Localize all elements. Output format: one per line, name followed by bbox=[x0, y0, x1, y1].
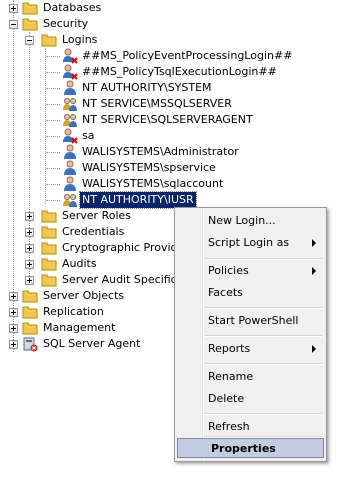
tree-line bbox=[46, 88, 60, 89]
submenu-arrow-icon bbox=[312, 267, 316, 275]
tree-node-label: Server Roles bbox=[62, 209, 132, 222]
tree-node-label: Logins bbox=[62, 33, 98, 46]
expand-icon[interactable] bbox=[25, 212, 34, 221]
group-login-icon bbox=[63, 114, 77, 127]
tree-node-label: SQL Server Agent bbox=[43, 337, 141, 350]
expand-icon[interactable] bbox=[9, 340, 18, 349]
disabled-login-icon bbox=[63, 48, 78, 64]
tree-node-label: Replication bbox=[43, 305, 104, 318]
menu-separator bbox=[205, 363, 322, 365]
user-login-icon bbox=[64, 160, 76, 175]
folder-icon bbox=[22, 290, 38, 303]
expand-icon[interactable] bbox=[25, 244, 34, 253]
menu-item-label: Rename bbox=[208, 370, 254, 383]
tree-line bbox=[46, 152, 60, 153]
tree-node-label: Cryptographic Provider bbox=[62, 241, 189, 254]
menu-item-script-login-as[interactable]: Script Login as bbox=[177, 233, 324, 253]
menu-item-label: Facets bbox=[208, 286, 243, 299]
menu-item-label: Policies bbox=[208, 264, 249, 277]
submenu-arrow-icon bbox=[312, 345, 316, 353]
tree-node-label: Databases bbox=[43, 1, 102, 14]
folder-icon bbox=[22, 2, 38, 15]
login-label: NT SERVICE\MSSQLSERVER bbox=[82, 97, 232, 110]
folder-icon bbox=[22, 322, 38, 335]
menu-item-label: Refresh bbox=[208, 420, 250, 433]
menu-separator bbox=[205, 258, 322, 260]
menu-item-label: Delete bbox=[208, 392, 245, 405]
expand-icon[interactable] bbox=[9, 292, 18, 301]
folder-icon bbox=[41, 274, 57, 287]
tree-node-label: Server Audit Specificat bbox=[62, 273, 188, 286]
menu-item-refresh[interactable]: Refresh bbox=[177, 417, 324, 437]
menu-item-facets[interactable]: Facets bbox=[177, 283, 324, 303]
tree-line bbox=[46, 56, 60, 57]
group-login-icon bbox=[63, 194, 77, 207]
collapse-icon[interactable] bbox=[9, 20, 18, 29]
tree-node-label: Credentials bbox=[62, 225, 125, 238]
expand-icon[interactable] bbox=[9, 308, 18, 317]
user-login-icon bbox=[64, 144, 76, 159]
folder-icon bbox=[41, 226, 57, 239]
menu-separator bbox=[205, 307, 322, 309]
tree-line bbox=[46, 168, 60, 169]
menu-separator bbox=[205, 335, 322, 337]
menu-item-label: Start PowerShell bbox=[208, 314, 299, 327]
menu-item-policies[interactable]: Policies bbox=[177, 261, 324, 281]
login-label: WALISYSTEMS\sqlaccount bbox=[82, 177, 224, 190]
expand-icon[interactable] bbox=[9, 4, 18, 13]
tree-node-label: Server Objects bbox=[43, 289, 125, 302]
login-label: ##MS_PolicyEventProcessingLogin## bbox=[82, 49, 293, 62]
expand-icon[interactable] bbox=[25, 228, 34, 237]
tree-line bbox=[46, 200, 60, 201]
login-label: NT AUTHORITY\IUSR bbox=[79, 191, 197, 209]
folder-icon bbox=[22, 306, 38, 319]
folder-icon bbox=[41, 242, 57, 255]
menu-separator bbox=[205, 413, 322, 415]
tree-line bbox=[46, 104, 60, 105]
login-label: WALISYSTEMS\Administrator bbox=[82, 145, 239, 158]
expand-icon[interactable] bbox=[9, 324, 18, 333]
menu-item-start-powershell[interactable]: Start PowerShell bbox=[177, 311, 324, 331]
tree-line bbox=[46, 184, 60, 185]
menu-item-delete[interactable]: Delete bbox=[177, 389, 324, 409]
menu-item-properties[interactable]: Properties bbox=[177, 438, 324, 458]
expand-icon[interactable] bbox=[25, 276, 34, 285]
expand-icon[interactable] bbox=[25, 260, 34, 269]
user-login-icon bbox=[64, 176, 76, 191]
folder-icon bbox=[41, 258, 57, 271]
disabled-login-icon bbox=[63, 128, 78, 144]
folder-icon bbox=[41, 34, 57, 47]
tree-line bbox=[46, 120, 60, 121]
login-label: NT SERVICE\SQLSERVERAGENT bbox=[82, 113, 253, 126]
submenu-arrow-icon bbox=[312, 239, 316, 247]
agent-stopped-icon bbox=[23, 337, 38, 352]
tree-node-label: Security bbox=[43, 17, 89, 30]
user-login-icon bbox=[64, 80, 76, 95]
menu-item-rename[interactable]: Rename bbox=[177, 367, 324, 387]
menu-item-label: Script Login as bbox=[208, 236, 290, 249]
context-menu: New Login... Script Login as Policies Fa… bbox=[174, 207, 327, 462]
login-label: ##MS_PolicyTsqlExecutionLogin## bbox=[82, 65, 277, 78]
login-label: sa bbox=[82, 129, 95, 142]
tree-line bbox=[46, 136, 60, 137]
group-login-icon bbox=[63, 98, 77, 111]
tree-node-label: Audits bbox=[62, 257, 97, 270]
collapse-icon[interactable] bbox=[25, 36, 34, 45]
tree-line bbox=[46, 72, 60, 73]
login-label: WALISYSTEMS\spservice bbox=[82, 161, 216, 174]
menu-item-reports[interactable]: Reports bbox=[177, 339, 324, 359]
menu-item-label: Properties bbox=[211, 442, 276, 455]
menu-item-label: New Login... bbox=[208, 214, 276, 227]
menu-item-new-login[interactable]: New Login... bbox=[177, 211, 324, 231]
tree-node-label: Management bbox=[43, 321, 116, 334]
disabled-login-icon bbox=[63, 64, 78, 80]
folder-icon bbox=[41, 210, 57, 223]
folder-icon bbox=[22, 18, 38, 31]
menu-item-label: Reports bbox=[208, 342, 251, 355]
login-label: NT AUTHORITY\SYSTEM bbox=[82, 81, 212, 94]
